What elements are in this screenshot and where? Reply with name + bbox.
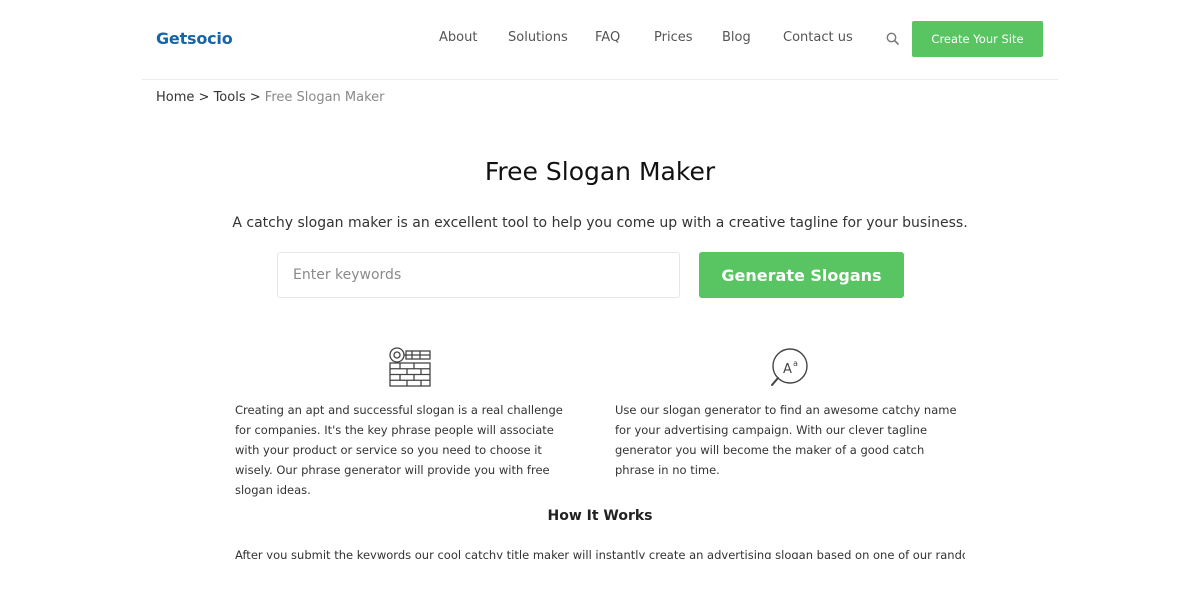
feature-text: Creating an apt and successful slogan is…	[235, 403, 563, 497]
nav-about[interactable]: About	[439, 30, 477, 45]
page-subtitle: A catchy slogan maker is an excellent to…	[232, 215, 968, 231]
breadcrumb-separator: >	[249, 90, 261, 105]
breadcrumb-current: Free Slogan Maker	[264, 90, 385, 105]
search-icon[interactable]	[885, 31, 901, 47]
generate-slogans-button[interactable]: Generate Slogans	[699, 252, 904, 298]
nav-faq[interactable]: FAQ	[595, 30, 620, 45]
font-search-icon: A a	[768, 346, 810, 392]
nav-blog[interactable]: Blog	[722, 30, 751, 45]
how-it-works-text: After you submit the keywords our cool c…	[235, 548, 965, 559]
keyword-wall-icon	[387, 346, 433, 392]
breadcrumb: Home > Tools > Free Slogan Maker	[156, 90, 385, 105]
nav-prices[interactable]: Prices	[654, 30, 693, 45]
keywords-input[interactable]	[277, 252, 680, 298]
site-logo[interactable]: Getsocio	[156, 29, 233, 48]
nav-solutions[interactable]: Solutions	[508, 30, 568, 45]
create-site-button[interactable]: Create Your Site	[912, 21, 1043, 57]
breadcrumb-separator: >	[198, 90, 210, 105]
svg-text:a: a	[793, 359, 798, 368]
site-header: Getsocio About Solutions FAQ Prices Blog…	[142, 0, 1058, 80]
nav-contact[interactable]: Contact us	[783, 30, 853, 45]
breadcrumb-home[interactable]: Home	[156, 90, 194, 105]
svg-text:A: A	[783, 362, 792, 377]
feature-text: Use our slogan generator to find an awes…	[615, 403, 957, 477]
how-it-works-title: How It Works	[547, 508, 653, 524]
page-title: Free Slogan Maker	[484, 157, 716, 186]
breadcrumb-tools[interactable]: Tools	[214, 90, 246, 105]
